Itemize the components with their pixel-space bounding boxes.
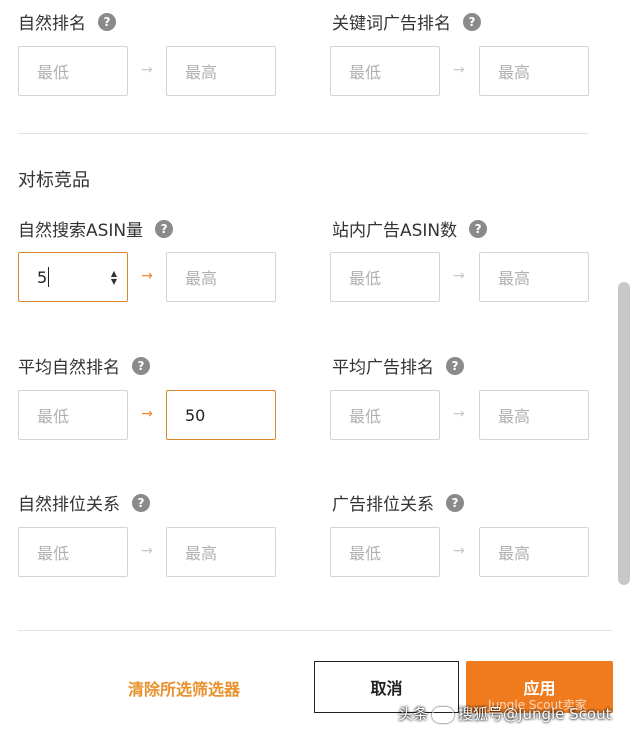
arrow-right-icon: → [453, 268, 465, 284]
arrow-right-icon: → [453, 406, 465, 422]
help-icon[interactable]: ? [469, 219, 488, 238]
footer-divider [18, 630, 612, 631]
avg-ad-rank-max-input[interactable]: 最高 [479, 390, 589, 440]
avg-ad-rank-min-input[interactable]: 最低 [330, 390, 440, 440]
onsite-ad-asin-min-input[interactable]: 最低 [330, 252, 440, 302]
natural-search-asin-label: 自然搜索ASIN量 ? [18, 216, 174, 241]
spin-down-icon[interactable]: ▼ [111, 278, 117, 286]
avg-ad-rank-label: 平均广告排名 ? [332, 353, 464, 378]
scrollbar-thumb[interactable] [618, 282, 630, 585]
natural-rank-label-text: 自然排名 [18, 14, 86, 34]
keyword-ad-rank-min-input[interactable]: 最低 [330, 46, 440, 96]
eye-icon [432, 706, 455, 723]
keyword-ad-rank-label: 关键词广告排名 ? [332, 9, 481, 34]
natural-search-asin-min-input[interactable]: 5 ▲ ▼ [18, 252, 128, 302]
keyword-ad-rank-label-text: 关键词广告排名 [332, 14, 451, 34]
number-spinner[interactable]: ▲ ▼ [109, 268, 119, 288]
natural-rank-relation-max-input[interactable]: 最高 [166, 527, 276, 577]
help-icon[interactable]: ? [132, 356, 150, 375]
text-caret [48, 267, 50, 287]
arrow-right-icon: → [141, 268, 153, 284]
help-icon[interactable]: ? [155, 219, 174, 238]
avg-ad-rank-label-text: 平均广告排名 [332, 358, 434, 378]
natural-rank-relation-label-text: 自然排位关系 [18, 495, 120, 515]
watermark-overlay: Jungle Scout卖家 [488, 698, 587, 712]
arrow-right-icon: → [453, 543, 465, 559]
natural-rank-relation-min-input[interactable]: 最低 [18, 527, 128, 577]
watermark-left: 头条 [398, 705, 429, 723]
cancel-button-label: 取消 [370, 679, 403, 698]
help-icon[interactable]: ? [98, 12, 116, 31]
natural-search-asin-min-value: 5 [37, 267, 48, 287]
ad-rank-relation-min-input[interactable]: 最低 [330, 527, 440, 577]
avg-natural-rank-label: 平均自然排名 ? [18, 353, 150, 378]
avg-natural-rank-min-input[interactable]: 最低 [18, 390, 128, 440]
natural-search-asin-label-text: 自然搜索ASIN量 [18, 221, 144, 241]
avg-natural-rank-max-input[interactable]: 50 [166, 390, 276, 440]
natural-search-asin-max-input[interactable]: 最高 [166, 252, 276, 302]
ad-rank-relation-label-text: 广告排位关系 [332, 495, 434, 515]
onsite-ad-asin-max-input[interactable]: 最高 [479, 252, 589, 302]
arrow-right-icon: → [453, 62, 465, 78]
help-icon[interactable]: ? [446, 356, 464, 375]
arrow-right-icon: → [141, 543, 153, 559]
keyword-ad-rank-max-input[interactable]: 最高 [479, 46, 589, 96]
help-icon[interactable]: ? [132, 493, 150, 512]
filter-panel: 自然排名 ? 最低 → 最高 关键词广告排名 ? 最低 → 最高 对标竞品 自然… [0, 0, 632, 737]
avg-natural-rank-label-text: 平均自然排名 [18, 358, 120, 378]
arrow-right-icon: → [141, 62, 153, 78]
natural-rank-relation-label: 自然排位关系 ? [18, 490, 150, 515]
onsite-ad-asin-label-text: 站内广告ASIN数 [332, 221, 458, 241]
clear-filters-link[interactable]: 清除所选筛选器 [128, 676, 240, 700]
natural-rank-min-input[interactable]: 最低 [18, 46, 128, 96]
arrow-right-icon: → [141, 406, 153, 422]
natural-rank-label: 自然排名 ? [18, 9, 116, 34]
section-title: 对标竞品 [18, 170, 90, 191]
help-icon[interactable]: ? [446, 493, 464, 512]
onsite-ad-asin-label: 站内广告ASIN数 ? [332, 216, 488, 241]
section-divider [18, 133, 588, 134]
ad-rank-relation-label: 广告排位关系 ? [332, 490, 464, 515]
help-icon[interactable]: ? [463, 12, 481, 31]
natural-rank-max-input[interactable]: 最高 [166, 46, 276, 96]
ad-rank-relation-max-input[interactable]: 最高 [479, 527, 589, 577]
